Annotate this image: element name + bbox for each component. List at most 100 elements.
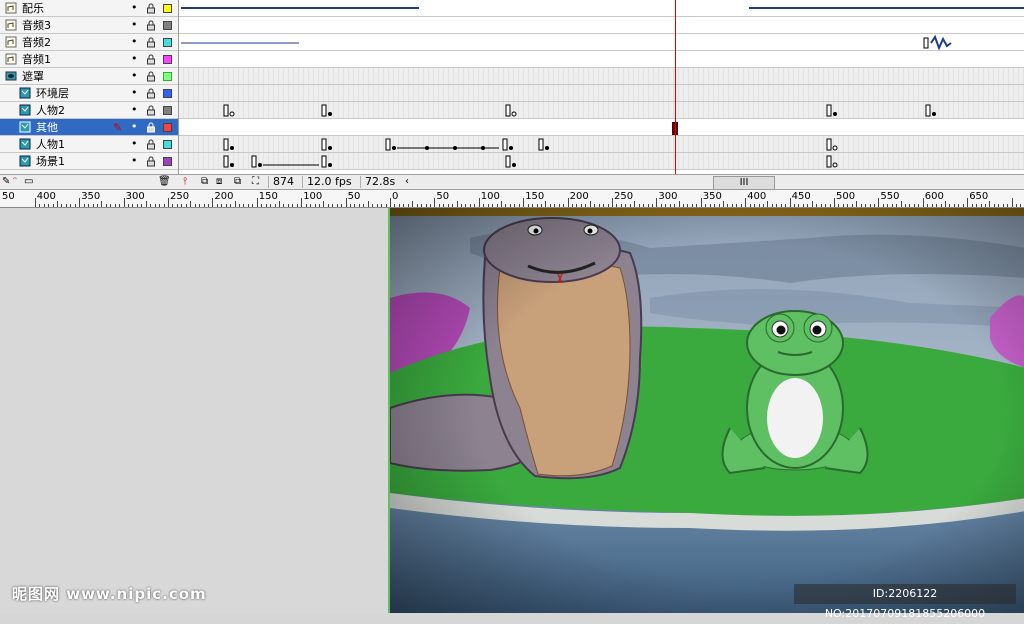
- visibility-toggle[interactable]: •: [131, 137, 138, 150]
- ruler-minor-tick: [1007, 204, 1009, 207]
- ruler-minor-tick: [771, 204, 773, 207]
- center-frame-icon[interactable]: ⫯: [183, 176, 187, 188]
- layer-row[interactable]: 人物1 •: [0, 136, 178, 153]
- frame-row[interactable]: [179, 51, 1024, 68]
- layer-row[interactable]: 音频3 •: [0, 17, 178, 34]
- edit-multiple-frames-icon[interactable]: ⧉: [234, 176, 241, 188]
- outline-color-swatch[interactable]: [163, 55, 172, 64]
- frame-row[interactable]: [179, 34, 1024, 51]
- visibility-toggle[interactable]: •: [131, 103, 138, 116]
- frame-row[interactable]: [179, 153, 1024, 170]
- timeline-frames[interactable]: [179, 0, 1024, 174]
- layer-row[interactable]: 配乐 •: [0, 0, 178, 17]
- outline-color-swatch[interactable]: [163, 38, 172, 47]
- ruler-minor-tick: [829, 204, 831, 207]
- outline-color-swatch[interactable]: [163, 140, 172, 149]
- ruler-minor-tick: [265, 204, 267, 207]
- lock-icon[interactable]: [146, 156, 156, 167]
- lock-icon[interactable]: [146, 71, 156, 82]
- ruler-major-tick: [612, 198, 613, 207]
- layer-row[interactable]: 场景1 •: [0, 153, 178, 170]
- ruler-minor-tick: [820, 204, 822, 207]
- ruler-minor-tick: [505, 204, 507, 207]
- ruler-label: 350: [702, 191, 722, 202]
- visibility-toggle[interactable]: •: [131, 69, 138, 82]
- horizontal-scrollbar-thumb[interactable]: III: [713, 176, 775, 190]
- ruler-minor-tick: [518, 204, 520, 207]
- add-folder-icon[interactable]: ▭: [24, 176, 33, 188]
- layer-row-selected[interactable]: 其他 ✎ •: [0, 119, 178, 136]
- trash-icon[interactable]: 🗑: [158, 176, 171, 188]
- ruler-minor-tick: [678, 201, 680, 207]
- frame-row[interactable]: [179, 136, 1024, 153]
- ruler-minor-tick: [216, 204, 218, 207]
- lock-icon[interactable]: [146, 139, 156, 150]
- pencil-crossed-icon: ✎: [113, 121, 123, 134]
- lock-icon[interactable]: [146, 105, 156, 116]
- ruler-minor-tick: [39, 204, 41, 207]
- ruler-minor-tick: [385, 204, 387, 207]
- add-layer-icon[interactable]: ✎: [2, 176, 10, 188]
- ruler-minor-tick: [651, 204, 653, 207]
- frame-row[interactable]: [179, 0, 1024, 17]
- frame-row[interactable]: [179, 17, 1024, 34]
- ruler-minor-tick: [465, 204, 467, 207]
- visibility-toggle[interactable]: •: [131, 18, 138, 31]
- ruler-label: 250: [614, 191, 634, 202]
- visibility-toggle[interactable]: •: [131, 120, 138, 133]
- frame-row[interactable]: [179, 68, 1024, 85]
- modify-markers-icon[interactable]: ⛶: [252, 176, 259, 188]
- outline-color-swatch[interactable]: [163, 123, 172, 132]
- frame-row[interactable]: [179, 85, 1024, 102]
- ruler-minor-tick: [296, 204, 298, 207]
- visibility-toggle[interactable]: •: [131, 35, 138, 48]
- outline-color-swatch[interactable]: [163, 106, 172, 115]
- lock-icon[interactable]: [146, 88, 156, 99]
- ruler-minor-tick: [989, 201, 991, 207]
- ruler-minor-tick: [980, 204, 982, 207]
- ruler-minor-tick: [736, 204, 738, 207]
- onion-skin-icon[interactable]: ⧉: [201, 176, 208, 188]
- visibility-toggle[interactable]: •: [131, 1, 138, 14]
- ruler-minor-tick: [558, 204, 560, 207]
- outline-color-swatch[interactable]: [163, 4, 172, 13]
- outline-color-swatch[interactable]: [163, 21, 172, 30]
- ruler-label: 600: [924, 191, 944, 202]
- lock-icon[interactable]: [146, 20, 156, 31]
- outline-color-swatch[interactable]: [163, 89, 172, 98]
- layer-row[interactable]: 音频2 •: [0, 34, 178, 51]
- frame-row[interactable]: [179, 102, 1024, 119]
- ruler-major-tick: [256, 198, 258, 207]
- add-guide-layer-icon[interactable]: ᵔ: [13, 176, 17, 188]
- frame-row[interactable]: [179, 119, 1024, 136]
- layer-row[interactable]: 人物2 •: [0, 102, 178, 119]
- lock-icon[interactable]: [146, 37, 156, 48]
- playhead[interactable]: [675, 0, 676, 174]
- ruler-minor-tick: [976, 204, 978, 207]
- ruler-minor-tick: [43, 204, 45, 207]
- outline-color-swatch[interactable]: [163, 72, 172, 81]
- ruler-minor-tick: [412, 201, 414, 207]
- onion-outline-icon[interactable]: ⧈: [216, 176, 222, 188]
- layer-row[interactable]: 音频1 •: [0, 51, 178, 68]
- stage[interactable]: [388, 208, 1024, 613]
- ruler-minor-tick: [940, 204, 942, 207]
- ruler-minor-tick: [185, 204, 187, 207]
- visibility-toggle[interactable]: •: [131, 154, 138, 167]
- ruler-minor-tick: [585, 204, 587, 207]
- layer-row[interactable]: 环境层 •: [0, 85, 178, 102]
- ruler-minor-tick: [749, 204, 751, 207]
- lock-icon[interactable]: [146, 3, 156, 14]
- layer-row[interactable]: 遮罩 •: [0, 68, 178, 85]
- ruler-minor-tick: [629, 204, 631, 207]
- ruler-minor-tick: [945, 201, 946, 207]
- lock-icon[interactable]: [146, 54, 156, 65]
- outline-color-swatch[interactable]: [163, 157, 172, 166]
- scroll-left-arrow[interactable]: ‹: [405, 176, 409, 188]
- visibility-toggle[interactable]: •: [131, 52, 138, 65]
- ruler-minor-tick: [163, 204, 165, 207]
- visibility-toggle[interactable]: •: [131, 86, 138, 99]
- lock-icon[interactable]: [146, 122, 156, 133]
- ruler-minor-tick: [643, 204, 645, 207]
- ruler-minor-tick: [203, 204, 205, 207]
